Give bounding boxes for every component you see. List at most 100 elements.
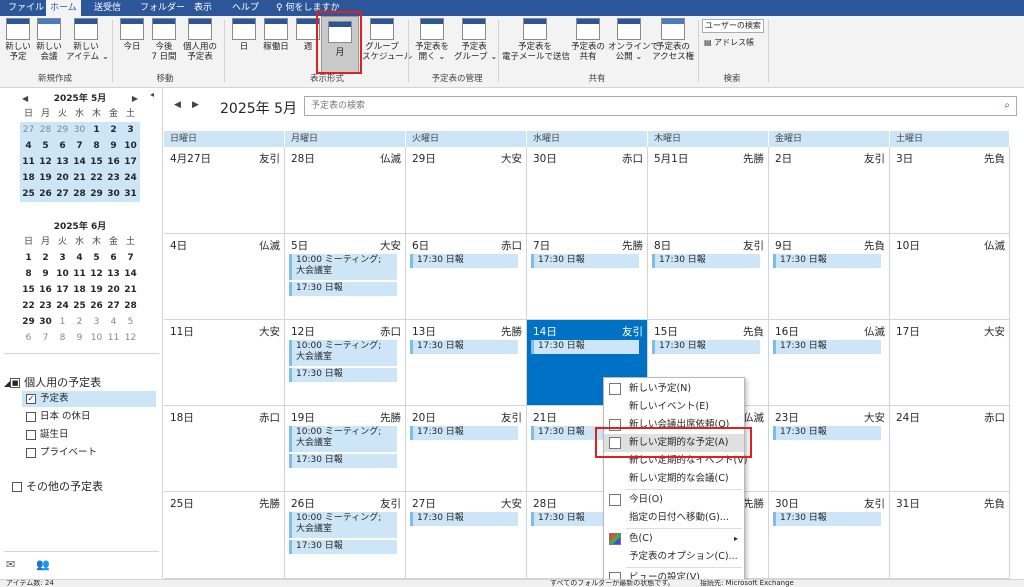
mini-day[interactable]: 16 (105, 154, 122, 170)
mini-day[interactable]: 31 (122, 186, 139, 202)
appointment[interactable]: 17:30 日報 (652, 340, 760, 354)
address-book-button[interactable]: ▤ アドレス帳 (704, 37, 754, 48)
day-cell[interactable]: 11日 大安 (164, 320, 285, 406)
mini-day[interactable]: 10 (122, 138, 139, 154)
mini-day[interactable]: 24 (54, 298, 71, 314)
today-button[interactable]: 今日 (118, 18, 146, 52)
appointment[interactable]: 17:30 日報 (289, 540, 397, 554)
mini-day[interactable]: 2 (37, 250, 54, 266)
appointment[interactable]: 17:30 日報 (289, 454, 397, 468)
next-7-days-button[interactable]: 今後 7 日間 (148, 18, 180, 62)
day-cell[interactable]: 4日 仏滅 (164, 234, 285, 320)
checkbox[interactable] (26, 447, 36, 458)
mini-day[interactable]: 15 (20, 282, 37, 298)
day-cell[interactable]: 27日 大安 17:30 日報 (406, 492, 527, 579)
tab-file[interactable]: ファイル (4, 0, 48, 16)
mini-day[interactable]: 4 (105, 314, 122, 330)
mini-day[interactable]: 4 (20, 138, 37, 154)
collapse-pane-icon[interactable]: ◂ (150, 90, 154, 99)
mini-day[interactable]: 20 (105, 282, 122, 298)
mini-day[interactable]: 28 (122, 298, 139, 314)
mini-day[interactable]: 6 (54, 138, 71, 154)
mini-day[interactable]: 11 (20, 154, 37, 170)
day-cell[interactable]: 10日 仏滅 (890, 234, 1010, 320)
tab-send-receive[interactable]: 送受信 (90, 0, 125, 16)
mini-day[interactable]: 26 (37, 186, 54, 202)
mini-day[interactable]: 7 (122, 250, 139, 266)
day-view-button[interactable]: 日 (232, 18, 256, 52)
group-checkbox[interactable]: ■ (10, 378, 21, 388)
mini-day[interactable]: 26 (88, 298, 105, 314)
new-appointment-button[interactable]: 新しい 予定 (4, 18, 32, 62)
appointment[interactable]: 17:30 日報 (289, 368, 397, 382)
mini-day[interactable]: 7 (71, 138, 88, 154)
day-cell[interactable]: 26日 友引 10:00 ミーティング; 大会議室 17:30 日報 (285, 492, 406, 579)
day-cell[interactable]: 20日 友引 17:30 日報 (406, 406, 527, 492)
appointment[interactable]: 17:30 日報 (773, 512, 881, 526)
new-items-button[interactable]: 新しい アイテム ⌄ (66, 18, 109, 62)
mini-day[interactable]: 1 (20, 250, 37, 266)
calendar-item[interactable]: プライベート (26, 445, 160, 461)
mini-day[interactable]: 22 (20, 298, 37, 314)
mini-day[interactable]: 11 (105, 330, 122, 346)
appointment[interactable]: 10:00 ミーティング; 大会議室 (289, 254, 397, 280)
mail-icon[interactable]: ✉ (6, 558, 15, 571)
day-cell[interactable]: 8日 友引 17:30 日報 (648, 234, 769, 320)
other-calendars-group[interactable]: その他の予定表 (12, 478, 103, 494)
appointment[interactable]: 17:30 日報 (773, 254, 881, 268)
day-cell[interactable]: 6日 赤口 17:30 日報 (406, 234, 527, 320)
mini-day[interactable]: 30 (105, 186, 122, 202)
calendar-item[interactable]: ✓ 予定表 (22, 391, 156, 407)
mini-day[interactable]: 17 (122, 154, 139, 170)
day-cell[interactable]: 30日 赤口 (527, 147, 648, 234)
mini-day[interactable]: 13 (54, 154, 71, 170)
mini-day[interactable]: 10 (88, 330, 105, 346)
mini-day[interactable]: 12 (88, 266, 105, 282)
day-cell[interactable]: 5月1日 先勝 (648, 147, 769, 234)
day-cell[interactable]: 25日 先勝 (164, 492, 285, 579)
mini-day[interactable]: 21 (122, 282, 139, 298)
day-cell[interactable]: 28日 仏滅 (285, 147, 406, 234)
day-cell[interactable]: 12日 赤口 10:00 ミーティング; 大会議室 17:30 日報 (285, 320, 406, 406)
checkbox-checked[interactable]: ✓ (26, 393, 36, 404)
context-menu-item[interactable]: 今日(O) (604, 491, 744, 509)
prev-month-button[interactable]: ◀ (174, 100, 181, 110)
workweek-view-button[interactable]: 稼働日 (260, 18, 292, 52)
mini-day[interactable]: 23 (37, 298, 54, 314)
calendar-permissions-button[interactable]: 予定表の アクセス権 (652, 18, 694, 62)
day-cell[interactable]: 31日 先負 (890, 492, 1010, 579)
mini-day[interactable]: 29 (88, 186, 105, 202)
day-cell[interactable]: 7日 先勝 17:30 日報 (527, 234, 648, 320)
mini-day[interactable]: 28 (71, 186, 88, 202)
mini-day[interactable]: 4 (71, 250, 88, 266)
calendar-groups-button[interactable]: 予定表 グループ ⌄ (454, 18, 497, 62)
mini-day[interactable]: 6 (20, 330, 37, 346)
mini-day[interactable]: 29 (54, 122, 71, 138)
day-cell[interactable]: 9日 先負 17:30 日報 (769, 234, 890, 320)
search-icon[interactable]: ⌕ (1004, 97, 1010, 115)
mini-day[interactable]: 9 (37, 266, 54, 282)
context-menu-item[interactable]: 指定の日付へ移動(G)... (604, 509, 744, 527)
day-cell[interactable]: 23日 大安 17:30 日報 (769, 406, 890, 492)
mini-day[interactable]: 27 (20, 122, 37, 138)
context-menu-item[interactable]: 新しい定期的な会議(C) (604, 470, 744, 488)
mini-day[interactable]: 7 (37, 330, 54, 346)
mini-day[interactable]: 2 (71, 314, 88, 330)
mini-day[interactable]: 11 (71, 266, 88, 282)
appointment[interactable]: 17:30 日報 (531, 254, 639, 268)
mini-day[interactable]: 27 (54, 186, 71, 202)
checkbox[interactable] (26, 411, 36, 422)
day-cell[interactable]: 16日 仏滅 17:30 日報 (769, 320, 890, 406)
tab-folder[interactable]: フォルダー (136, 0, 189, 16)
mini-day[interactable]: 13 (105, 266, 122, 282)
day-cell[interactable]: 4月27日 友引 (164, 147, 285, 234)
schedule-view-button[interactable]: グループ スケジュール (362, 18, 412, 62)
search-people-input[interactable]: ユーザーの検索 (702, 19, 764, 33)
mini-day[interactable]: 19 (37, 170, 54, 186)
appointment[interactable]: 17:30 日報 (410, 426, 518, 440)
appointment[interactable]: 17:30 日報 (410, 340, 518, 354)
day-cell[interactable]: 24日 赤口 (890, 406, 1010, 492)
mini-day[interactable]: 5 (88, 250, 105, 266)
mini-day[interactable]: 12 (37, 154, 54, 170)
mini-day[interactable]: 30 (37, 314, 54, 330)
